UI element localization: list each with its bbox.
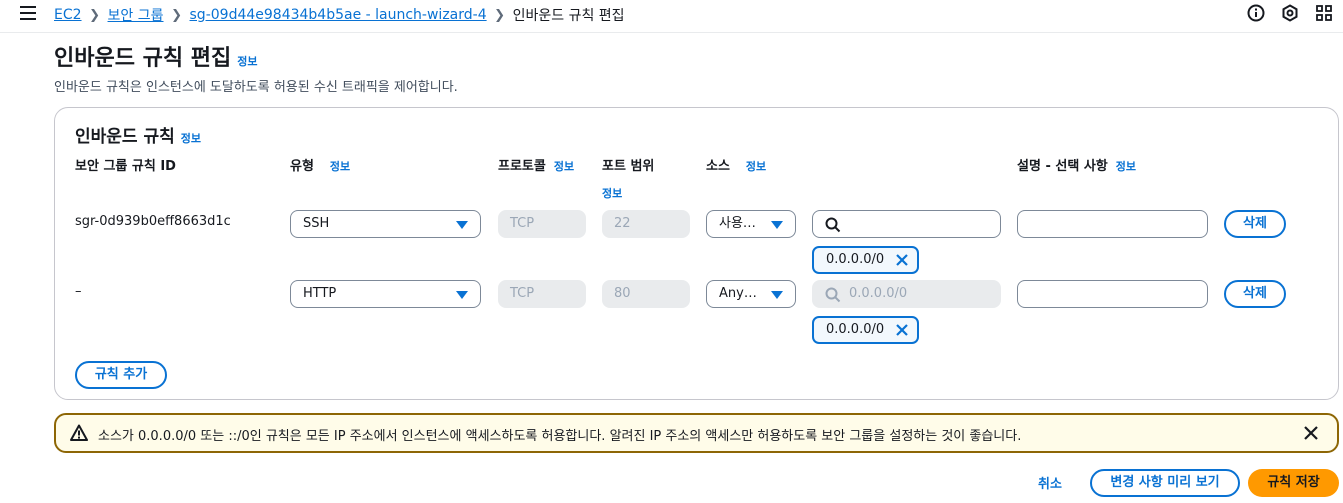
close-icon[interactable] bbox=[895, 253, 909, 267]
notifications-icon[interactable] bbox=[1315, 4, 1333, 22]
caret-down-icon bbox=[456, 221, 468, 229]
rule-id: sgr-0d939b0eff8663d1c bbox=[75, 214, 231, 229]
source-select[interactable]: Any… bbox=[706, 280, 796, 308]
col-header-type: 유형 정보 bbox=[290, 159, 351, 174]
info-link[interactable]: 정보 bbox=[237, 55, 257, 68]
description-input[interactable] bbox=[1017, 280, 1208, 308]
delete-button[interactable]: 삭제 bbox=[1224, 280, 1286, 308]
page-title: 인바운드 규칙 편집 정보 bbox=[54, 46, 258, 71]
caret-down-icon bbox=[771, 291, 783, 299]
description-input[interactable] bbox=[1017, 210, 1208, 238]
search-icon bbox=[825, 287, 841, 303]
breadcrumb-security-group[interactable]: sg-09d44e98434b4b5ae - launch-wizard-4 bbox=[190, 7, 487, 23]
page-description: 인바운드 규칙은 인스턴스에 도달하도록 허용된 수신 트래픽을 제어합니다. bbox=[54, 80, 458, 95]
add-rule-button[interactable]: 규칙 추가 bbox=[75, 361, 167, 389]
alert-message: 소스가 0.0.0.0/0 또는 ::/0인 규칙은 모든 IP 주소에서 인스… bbox=[98, 429, 1022, 444]
warning-icon bbox=[70, 424, 88, 441]
close-icon[interactable] bbox=[895, 323, 909, 337]
preview-changes-button[interactable]: 변경 사항 미리 보기 bbox=[1090, 469, 1240, 497]
col-header-protocol: 프로토콜 정보 bbox=[498, 159, 575, 174]
breadcrumb: EC2 ❯ 보안 그룹 ❯ sg-09d44e98434b4b5ae - lau… bbox=[54, 5, 625, 25]
info-circle-icon[interactable] bbox=[1247, 4, 1265, 22]
source-token: 0.0.0.0/0 bbox=[812, 316, 919, 344]
chevron-right-icon: ❯ bbox=[494, 7, 506, 23]
protocol-field: TCP bbox=[498, 280, 586, 308]
caret-down-icon bbox=[456, 291, 468, 299]
inbound-rules-panel: 인바운드 규칙 정보 보안 그룹 규칙 ID 유형 정보 프로토콜 정보 포트 범위 … bbox=[54, 107, 1339, 400]
search-icon bbox=[825, 217, 841, 233]
col-header-port-info: 정보 bbox=[602, 185, 622, 201]
info-link[interactable]: 정보 bbox=[554, 160, 574, 173]
info-link[interactable]: 정보 bbox=[181, 132, 201, 145]
col-header-port-range: 포트 범위 bbox=[602, 159, 655, 174]
source-search-input: 0.0.0.0/0 bbox=[812, 280, 1001, 308]
type-select[interactable]: HTTP bbox=[290, 280, 481, 308]
port-range-field: 80 bbox=[602, 280, 690, 308]
col-header-rule-id: 보안 그룹 규칙 ID bbox=[75, 159, 176, 174]
chevron-right-icon: ❯ bbox=[171, 7, 182, 23]
breadcrumb-ec2[interactable]: EC2 bbox=[54, 7, 82, 23]
gear-hexagon-icon[interactable] bbox=[1281, 4, 1299, 22]
breadcrumb-security-groups[interactable]: 보안 그룹 bbox=[108, 5, 164, 25]
save-rules-button[interactable]: 규칙 저장 bbox=[1248, 469, 1339, 497]
breadcrumb-current: 인바운드 규칙 편집 bbox=[512, 8, 625, 24]
info-link[interactable]: 정보 bbox=[1116, 160, 1136, 173]
source-token: 0.0.0.0/0 bbox=[812, 246, 919, 274]
info-link[interactable]: 정보 bbox=[746, 160, 766, 173]
chevron-right-icon: ❯ bbox=[89, 7, 100, 23]
close-icon[interactable] bbox=[1303, 425, 1319, 441]
protocol-field: TCP bbox=[498, 210, 586, 238]
rule-id: – bbox=[75, 284, 82, 299]
type-select[interactable]: SSH bbox=[290, 210, 481, 238]
warning-alert: 소스가 0.0.0.0/0 또는 ::/0인 규칙은 모든 IP 주소에서 인스… bbox=[54, 413, 1339, 453]
menu-icon[interactable] bbox=[20, 6, 36, 20]
source-search-input[interactable] bbox=[812, 210, 1001, 238]
cancel-button[interactable]: 취소 bbox=[1038, 473, 1062, 492]
col-header-description: 설명 - 선택 사항 정보 bbox=[1017, 159, 1136, 174]
top-bar: EC2 ❯ 보안 그룹 ❯ sg-09d44e98434b4b5ae - lau… bbox=[0, 0, 1343, 33]
panel-title: 인바운드 규칙 정보 bbox=[75, 127, 202, 147]
col-header-source: 소스 정보 bbox=[706, 159, 767, 174]
caret-down-icon bbox=[771, 221, 783, 229]
info-link[interactable]: 정보 bbox=[330, 160, 350, 173]
info-link[interactable]: 정보 bbox=[602, 187, 622, 200]
source-select[interactable]: 사용… bbox=[706, 210, 796, 238]
delete-button[interactable]: 삭제 bbox=[1224, 210, 1286, 238]
port-range-field: 22 bbox=[602, 210, 690, 238]
